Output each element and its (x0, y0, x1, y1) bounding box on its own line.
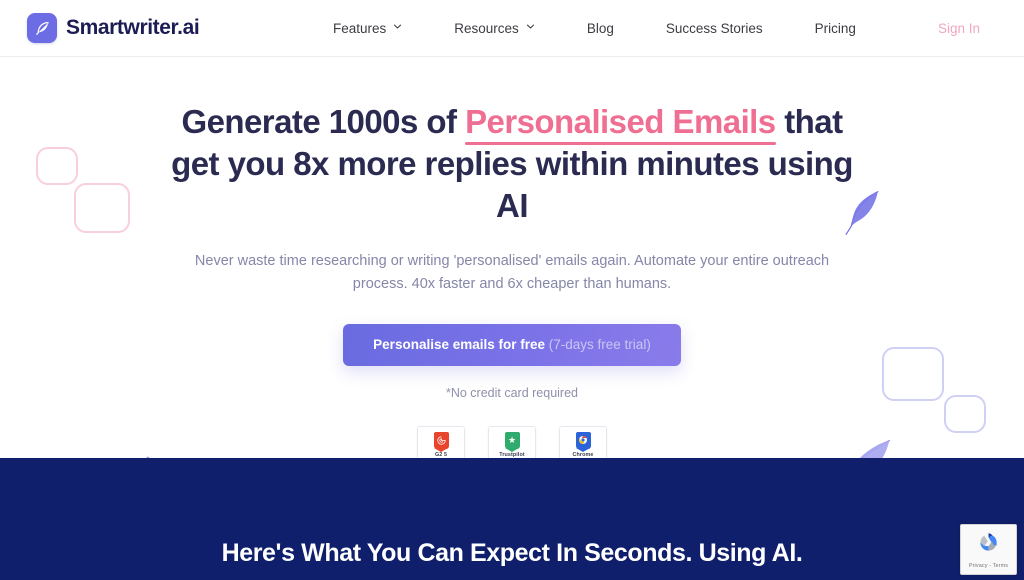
nav-item-blog[interactable]: Blog (561, 21, 640, 36)
badge-trustpilot[interactable]: ★ Trustpilot Rating ★★★★★ 2022 (488, 425, 536, 458)
brand-logo[interactable]: Smartwriter.ai (27, 13, 200, 43)
primary-nav: Features Resources Blog Success Stories … (325, 0, 882, 57)
headline-accent: Personalised Emails (465, 101, 776, 146)
nav-label-resources: Resources (454, 21, 519, 36)
page-title: Generate 1000s of Personalised Emails th… (162, 101, 862, 228)
expectations-section: Here's What You Can Expect In Seconds. U… (0, 458, 1024, 580)
nav-item-features[interactable]: Features (325, 21, 428, 36)
recaptcha-terms-label[interactable]: Privacy - Terms (969, 563, 1008, 569)
sign-in-link[interactable]: Sign In (938, 21, 980, 36)
no-credit-card-note: *No credit card required (445, 385, 578, 400)
cta-primary-label: Personalise emails for free (373, 336, 546, 352)
g2-icon (433, 431, 449, 452)
expectations-heading: Here's What You Can Expect In Seconds. U… (221, 539, 803, 567)
badge-title-g2: G2 5 Rating (432, 452, 449, 458)
badge-g2[interactable]: G2 5 Rating ★★★★★ 2022 (417, 425, 465, 458)
hero-subheadline: Never waste time researching or writing … (194, 252, 830, 293)
badge-title-line1: Trustpilot (499, 451, 525, 458)
badge-title-trustpilot: Trustpilot Rating (499, 452, 525, 458)
trustpilot-star-icon: ★ (504, 431, 520, 452)
nav-item-success-stories[interactable]: Success Stories (640, 21, 789, 36)
personalise-emails-cta-button[interactable]: Personalise emails for free (7-days free… (343, 323, 681, 366)
badge-title-line1: G2 5 (434, 451, 448, 458)
badge-title-line1: Chrome (572, 451, 594, 458)
nav-label-blog: Blog (586, 21, 614, 36)
hero-section: Generate 1000s of Personalised Emails th… (0, 57, 1024, 458)
rating-badges: G2 5 Rating ★★★★★ 2022 ★ Trustpilot Rati… (0, 425, 1024, 458)
nav-item-pricing[interactable]: Pricing (789, 21, 882, 36)
nav-item-resources[interactable]: Resources (428, 21, 561, 36)
brand-name: Smartwriter.ai (66, 16, 200, 39)
headline-part-1: Generate 1000s of (181, 103, 466, 140)
hero-content: Generate 1000s of Personalised Emails th… (0, 57, 1024, 458)
badge-title-chrome-store: Chrome Store (573, 452, 594, 458)
chevron-down-icon (393, 22, 402, 31)
nav-label-pricing: Pricing (814, 21, 856, 36)
recaptcha-icon (976, 530, 1001, 560)
nav-label-features: Features (333, 21, 387, 36)
chevron-down-icon (526, 22, 535, 31)
cta-container: Personalise emails for free (7-days free… (0, 323, 1024, 366)
badge-chrome-store[interactable]: Chrome Store ★★★★★ 2022 (559, 425, 607, 458)
recaptcha-badge[interactable]: Privacy - Terms (960, 524, 1017, 575)
feather-icon (27, 13, 57, 43)
landing-page: Smartwriter.ai Features Resources Blog S… (0, 0, 1024, 580)
chrome-store-icon (575, 431, 591, 452)
site-header: Smartwriter.ai Features Resources Blog S… (0, 0, 1024, 57)
cta-secondary-label: (7-days free trial) (548, 336, 651, 352)
nav-label-success-stories: Success Stories (665, 21, 763, 36)
